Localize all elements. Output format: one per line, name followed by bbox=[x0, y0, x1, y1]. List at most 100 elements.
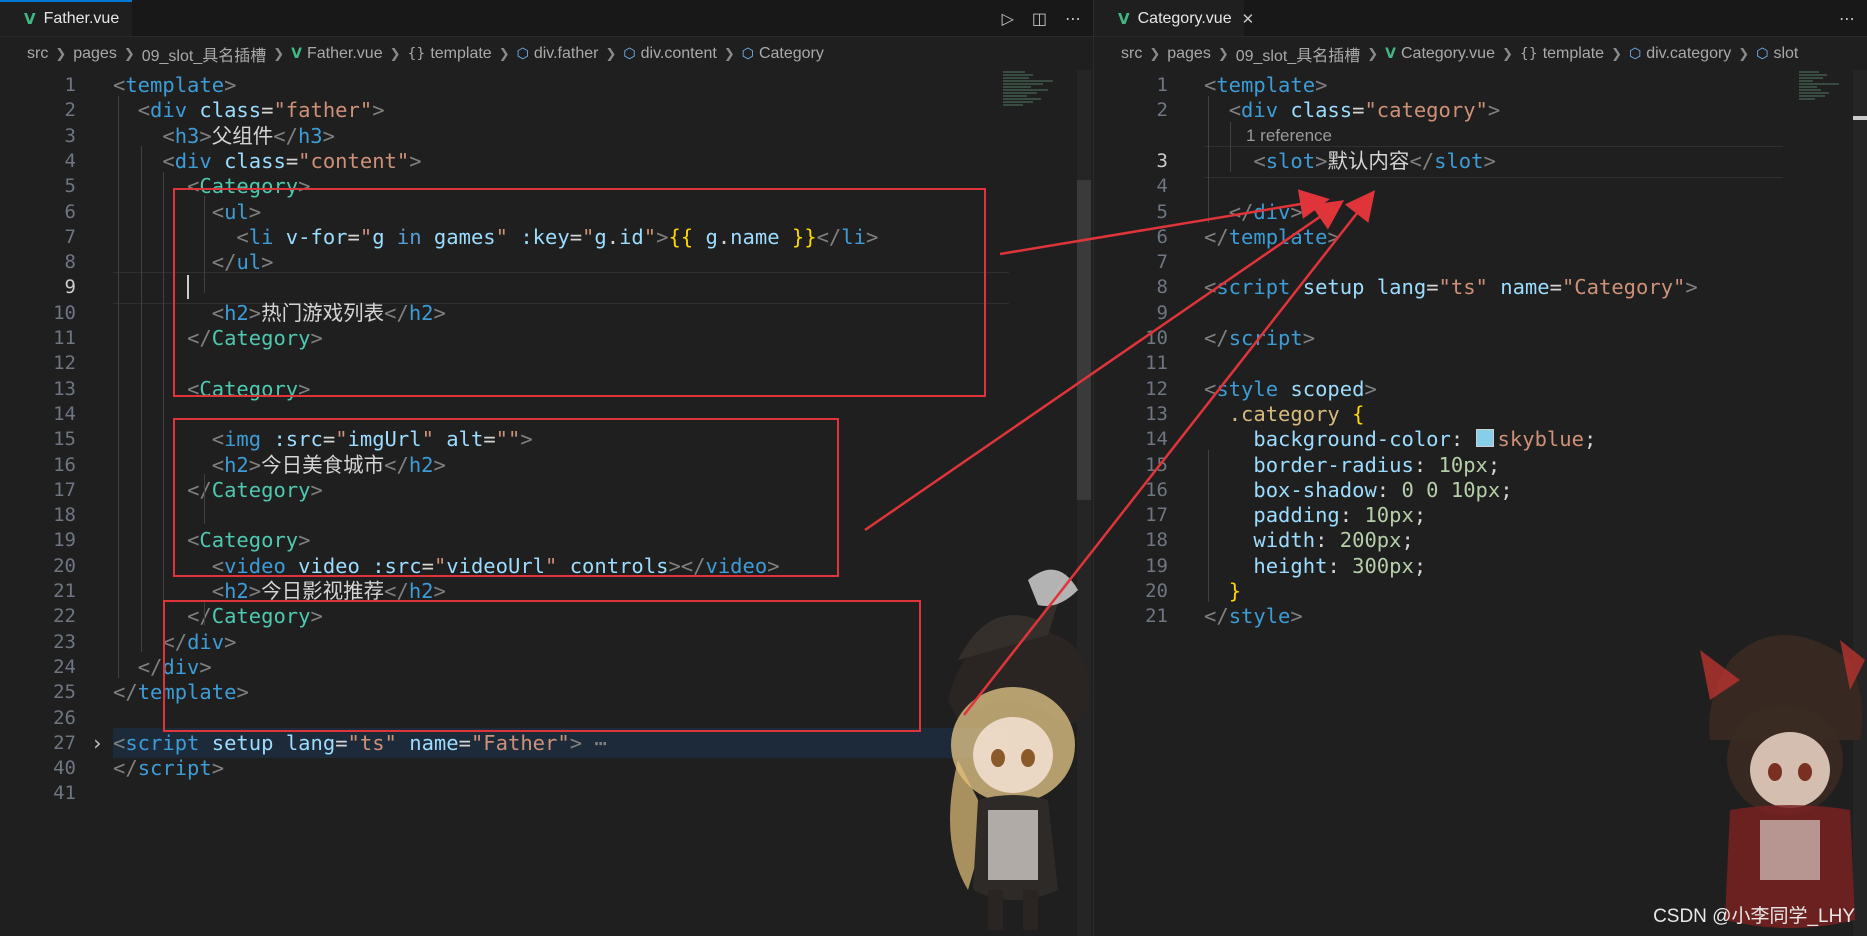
code-token: = bbox=[458, 730, 471, 755]
code-token: "Category" bbox=[1561, 275, 1686, 300]
breadcrumb-label: div.father bbox=[533, 45, 599, 62]
more-actions-icon[interactable]: ⋯ bbox=[1839, 9, 1855, 28]
code-token: "content" bbox=[298, 148, 410, 173]
code-token: padding bbox=[1253, 503, 1340, 528]
decorative-character-right bbox=[1700, 635, 1865, 928]
vue-file-icon: V bbox=[1118, 10, 1130, 28]
code-token: "father" bbox=[273, 98, 373, 123]
breadcrumb-item[interactable]: ⬡ Category bbox=[742, 45, 824, 63]
watermark: CSDN @小李同学_LHY bbox=[1653, 906, 1855, 927]
code-token: ; bbox=[1500, 477, 1513, 502]
run-icon[interactable]: ▷ bbox=[1002, 9, 1014, 28]
code-token: "Father" bbox=[470, 730, 570, 755]
close-tab-icon[interactable]: ✕ bbox=[1242, 10, 1255, 28]
breadcrumb-label: slot bbox=[1773, 45, 1799, 62]
code-token: </ bbox=[273, 123, 298, 148]
code-token: slot bbox=[1265, 148, 1316, 173]
element-cube-icon: ⬡ bbox=[623, 46, 636, 62]
tab-father-vue[interactable]: V Father.vue bbox=[0, 0, 132, 36]
breadcrumb-item[interactable]: V Category.vue bbox=[1385, 45, 1495, 63]
element-cube-icon: ⬡ bbox=[1756, 46, 1769, 62]
breadcrumb-item[interactable]: V Father.vue bbox=[291, 45, 382, 63]
scrollbar-thumb[interactable] bbox=[1853, 116, 1867, 120]
minimap[interactable] bbox=[1003, 70, 1069, 130]
breadcrumb-item[interactable]: pages bbox=[1167, 45, 1211, 63]
color-swatch-icon[interactable] bbox=[1475, 429, 1494, 448]
indent-guide bbox=[163, 172, 164, 652]
breadcrumb: src ❯ pages ❯ 09_slot_具名插槽 ❯ V Category.vue ❯ {} t… bbox=[1094, 37, 1867, 71]
code-token: lang bbox=[285, 730, 336, 755]
breadcrumb-item[interactable]: 09_slot_具名插槽 bbox=[142, 42, 267, 66]
breadcrumb-label: 09_slot_具名插槽 bbox=[1235, 48, 1361, 65]
code-token: < bbox=[1228, 98, 1242, 123]
more-actions-icon[interactable]: ⋯ bbox=[1065, 9, 1081, 28]
breadcrumb-item[interactable]: ⬡ div.category bbox=[1629, 45, 1731, 63]
indent-guide bbox=[118, 96, 119, 678]
code-token: > bbox=[1364, 376, 1377, 401]
code-token: > bbox=[1487, 98, 1501, 123]
breadcrumb-item[interactable]: {} template bbox=[408, 45, 492, 63]
code-token: setup bbox=[1302, 275, 1365, 300]
breadcrumb-item[interactable]: ⬡ slot bbox=[1756, 45, 1798, 63]
code-token: < bbox=[1204, 275, 1217, 300]
right-editor-actions: ⋯ bbox=[1839, 0, 1855, 36]
breadcrumb-item[interactable]: src bbox=[27, 45, 48, 63]
code-token: > bbox=[224, 73, 237, 97]
code-token: > bbox=[1685, 275, 1698, 300]
code-token: 父组件 bbox=[211, 123, 274, 148]
code-token: </ bbox=[137, 654, 163, 679]
breadcrumb-item[interactable]: 09_slot_具名插槽 bbox=[1236, 42, 1361, 66]
breadcrumb-label: template bbox=[1542, 45, 1605, 62]
vue-file-icon: V bbox=[291, 46, 302, 62]
tab-category-vue[interactable]: V Category.vue ✕ bbox=[1094, 0, 1254, 36]
chevron-right-icon: ❯ bbox=[498, 46, 510, 62]
breadcrumb-item[interactable]: ⬡ div.father bbox=[517, 45, 599, 63]
code-token: </ bbox=[1204, 224, 1229, 249]
code-token: : bbox=[1339, 503, 1365, 528]
chevron-right-icon: ❯ bbox=[1501, 46, 1513, 62]
code-token: ; bbox=[1413, 503, 1427, 528]
code-token: setup bbox=[211, 730, 274, 755]
code-token: > bbox=[211, 756, 225, 781]
vue-file-icon: V bbox=[24, 10, 36, 28]
code-token: ⋯ bbox=[582, 730, 607, 755]
annotation-box-video bbox=[163, 600, 921, 732]
annotation-box-food bbox=[173, 418, 839, 577]
code-token: > bbox=[322, 123, 335, 148]
code-token: div bbox=[174, 148, 212, 173]
breadcrumb-item[interactable]: src bbox=[1121, 45, 1142, 63]
code-token: > bbox=[1290, 604, 1303, 629]
split-editor-icon[interactable]: ◫ bbox=[1032, 9, 1047, 28]
code-token: box-shadow bbox=[1253, 477, 1377, 502]
code-token: 0 bbox=[1401, 477, 1414, 502]
code-token: .category bbox=[1228, 401, 1340, 426]
breadcrumb-label: Category bbox=[758, 45, 824, 62]
breadcrumb-item[interactable]: pages bbox=[73, 45, 117, 63]
chevron-right-icon: ❯ bbox=[1738, 46, 1750, 62]
scrollbar-thumb[interactable] bbox=[1077, 180, 1091, 500]
breadcrumb-item[interactable]: ⬡ div.content bbox=[623, 45, 716, 63]
code-token: } bbox=[1228, 579, 1242, 603]
breadcrumb-item[interactable]: {} template bbox=[1520, 45, 1604, 63]
code-token: script bbox=[125, 730, 200, 755]
code-token: div bbox=[1253, 199, 1291, 224]
code-token: h3 bbox=[297, 123, 323, 148]
breadcrumb-label: pages bbox=[1167, 45, 1211, 62]
template-braces-icon: {} bbox=[1519, 46, 1538, 62]
code-token: < bbox=[113, 730, 126, 755]
code-token: style bbox=[1216, 376, 1279, 401]
code-token: background-color bbox=[1253, 427, 1451, 452]
code-token: "ts" bbox=[1438, 275, 1488, 300]
